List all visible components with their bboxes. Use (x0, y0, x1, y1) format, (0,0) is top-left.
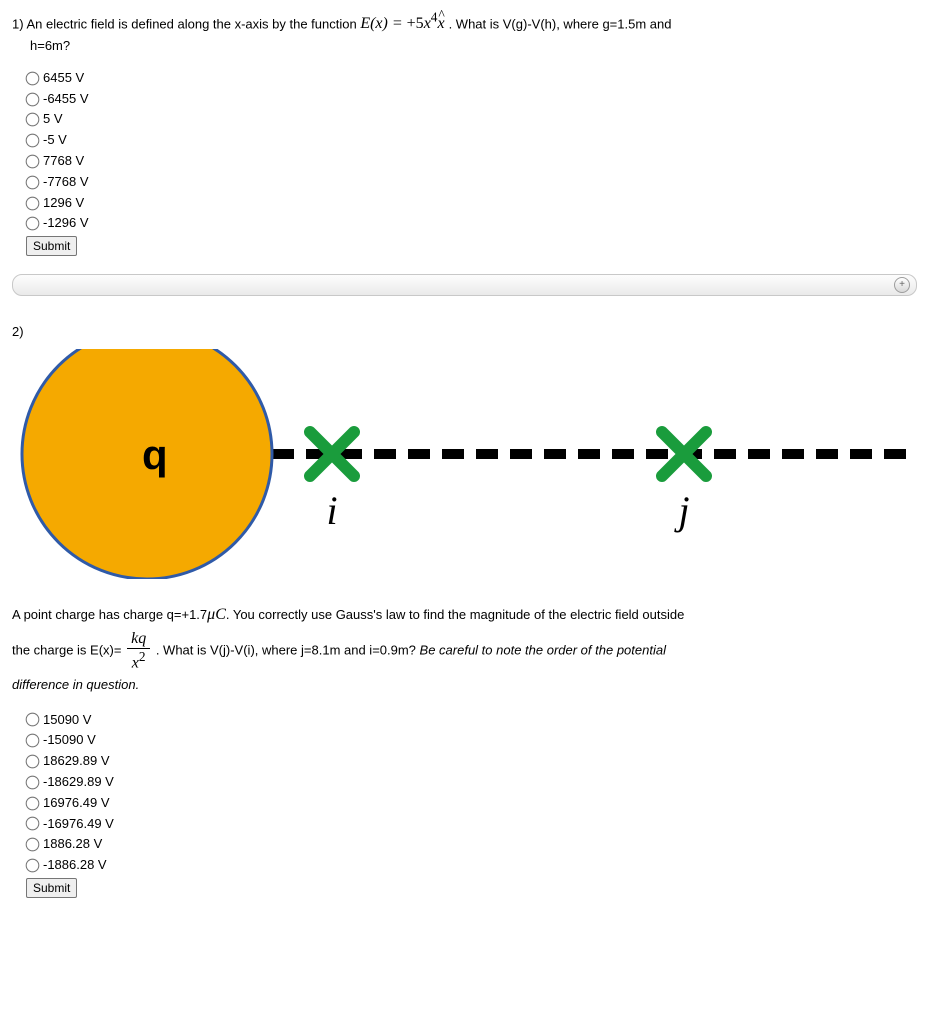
q2-option[interactable]: -18629.89 V (26, 772, 917, 793)
radio-input[interactable] (26, 134, 40, 148)
radio-input[interactable] (26, 196, 40, 210)
q1-option[interactable]: 1296 V (26, 193, 917, 214)
radio-input[interactable] (26, 838, 40, 852)
q1-option[interactable]: -6455 V (26, 89, 917, 110)
q1-option[interactable]: -1296 V (26, 213, 917, 234)
q2-submit-button[interactable]: Submit (26, 878, 77, 898)
radio-input[interactable] (26, 155, 40, 169)
q1-text-b: . What is V(g)-V(h), where g=1.5m and (449, 16, 672, 31)
q2-option[interactable]: 18629.89 V (26, 751, 917, 772)
q1-option[interactable]: 5 V (26, 109, 917, 130)
q2-option[interactable]: -16976.49 V (26, 814, 917, 835)
question-2: 2) q i j A point charge has charge q=+1.… (12, 324, 917, 898)
q1-submit-button[interactable]: Submit (26, 236, 77, 256)
charge-label-text: q (142, 431, 168, 478)
q2-text-b: . You correctly use Gauss's law to find … (226, 607, 684, 622)
radio-input[interactable] (26, 175, 40, 189)
q2-prompt: A point charge has charge q=+1.7μC. You … (12, 599, 917, 697)
radio-input[interactable] (26, 796, 40, 810)
q1-equation: E(x) = +5x4x (360, 15, 448, 32)
radio-input[interactable] (26, 71, 40, 85)
question-1: 1) An electric field is defined along th… (12, 8, 917, 256)
expand-bar[interactable]: + (12, 274, 917, 296)
q2-text-d: . What is V(j)-V(i), where j=8.1m and i=… (156, 643, 420, 658)
q1-prompt: 1) An electric field is defined along th… (12, 8, 917, 56)
q1-text-c: h=6m? (30, 36, 917, 56)
radio-input[interactable] (26, 775, 40, 789)
q2-text-a: A point charge has charge q=+1.7 (12, 607, 207, 622)
radio-input[interactable] (26, 713, 40, 727)
radio-input[interactable] (26, 113, 40, 127)
q2-text-e: Be careful to note the order of the pote… (420, 643, 666, 658)
q1-option[interactable]: 7768 V (26, 151, 917, 172)
radio-input[interactable] (26, 734, 40, 748)
q2-options: 15090 V -15090 V 18629.89 V -18629.89 V … (26, 710, 917, 876)
q1-option[interactable]: -7768 V (26, 172, 917, 193)
q2-option[interactable]: -15090 V (26, 730, 917, 751)
q1-number: 1) (12, 16, 24, 31)
q1-option[interactable]: 6455 V (26, 68, 917, 89)
q2-option[interactable]: 1886.28 V (26, 834, 917, 855)
q2-text-c: the charge is E(x)= (12, 643, 121, 658)
svg-text:j: j (673, 488, 689, 533)
radio-input[interactable] (26, 217, 40, 231)
q1-text-a: An electric field is defined along the x… (26, 16, 360, 31)
radio-input[interactable] (26, 817, 40, 831)
radio-input[interactable] (26, 92, 40, 106)
radio-input[interactable] (26, 859, 40, 873)
q2-text-f: difference in question. (12, 677, 139, 692)
svg-text:i: i (326, 488, 337, 533)
plus-icon[interactable]: + (894, 277, 910, 293)
q1-options: 6455 V -6455 V 5 V -5 V 7768 V -7768 V 1… (26, 68, 917, 234)
q2-option[interactable]: 15090 V (26, 710, 917, 731)
q1-option[interactable]: -5 V (26, 130, 917, 151)
q2-option[interactable]: 16976.49 V (26, 793, 917, 814)
q2-number: 2) (12, 324, 917, 339)
q2-fraction: kq x2 (127, 631, 150, 671)
q2-diagram: q i j (12, 349, 917, 579)
radio-input[interactable] (26, 755, 40, 769)
q2-option[interactable]: -1886.28 V (26, 855, 917, 876)
